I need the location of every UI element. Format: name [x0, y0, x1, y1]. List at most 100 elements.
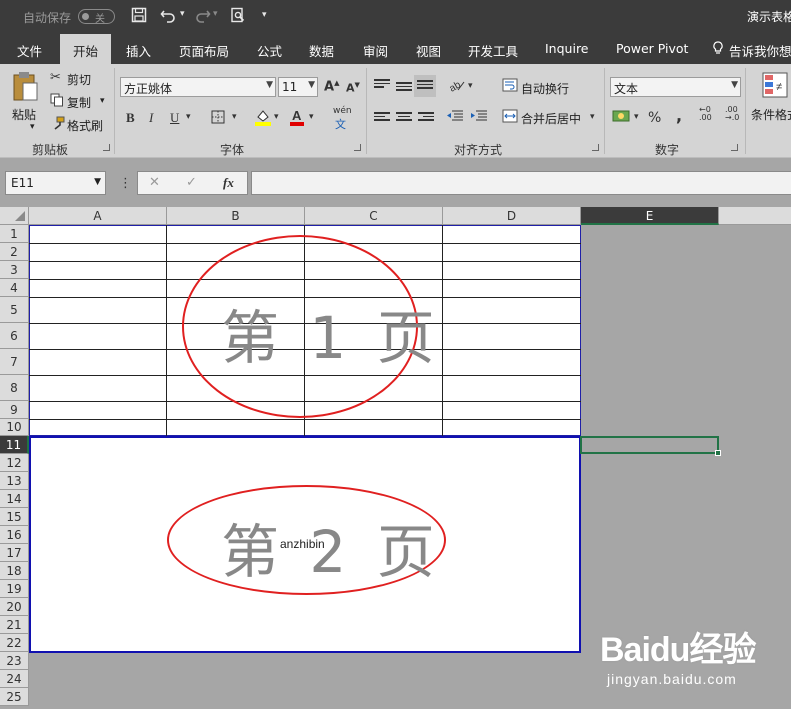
tab-review[interactable]: 审阅 — [363, 41, 388, 60]
row-header-6[interactable]: 6 — [0, 323, 29, 349]
name-box[interactable]: E11 ▼ — [5, 171, 106, 195]
font-launcher-icon[interactable] — [354, 144, 361, 151]
bold-button[interactable]: B — [126, 110, 135, 126]
row-header-9[interactable]: 9 — [0, 401, 29, 419]
italic-button[interactable]: I — [149, 110, 153, 126]
align-bottom-icon[interactable] — [414, 75, 436, 97]
increase-font-icon[interactable]: A▲ — [324, 79, 339, 94]
tab-formulas[interactable]: 公式 — [257, 41, 282, 60]
customize-qat-icon[interactable]: ▾ — [262, 10, 267, 20]
save-icon[interactable] — [131, 7, 147, 27]
column-header-c[interactable]: C — [305, 207, 443, 225]
merge-center-button[interactable]: 合并后居中 — [521, 110, 581, 127]
number-launcher-icon[interactable] — [731, 144, 738, 151]
tab-file[interactable]: 文件 — [17, 41, 42, 60]
increase-indent-icon[interactable] — [470, 109, 488, 127]
row-header-8[interactable]: 8 — [0, 375, 29, 401]
row-header-1[interactable]: 1 — [0, 225, 29, 243]
fill-color-icon[interactable] — [254, 108, 272, 130]
copy-icon[interactable] — [50, 93, 64, 111]
row-header-12[interactable]: 12 — [0, 454, 29, 472]
row-header-11[interactable]: 11 — [0, 436, 29, 454]
phonetic-guide-icon[interactable]: wén — [333, 106, 352, 116]
selected-cell-e11[interactable] — [580, 436, 721, 456]
insert-function-icon[interactable]: fx — [223, 175, 234, 191]
tab-power-pivot[interactable]: Power Pivot — [616, 41, 688, 56]
row-header-22[interactable]: 22 — [0, 634, 29, 652]
row-header-13[interactable]: 13 — [0, 472, 29, 490]
format-painter-button[interactable]: 格式刷 — [67, 117, 103, 134]
orientation-icon[interactable]: ab — [448, 78, 466, 96]
alignment-launcher-icon[interactable] — [592, 144, 599, 151]
column-header-e[interactable]: E — [581, 207, 719, 225]
accounting-dropdown-icon[interactable]: ▾ — [634, 112, 639, 122]
paste-dropdown-icon[interactable]: ▾ — [30, 122, 35, 132]
row-header-3[interactable]: 3 — [0, 261, 29, 279]
align-right-icon[interactable] — [418, 112, 434, 124]
tab-data[interactable]: 数据 — [309, 41, 334, 60]
merge-center-icon[interactable] — [502, 109, 518, 127]
align-center-icon[interactable] — [396, 112, 412, 124]
row-header-18[interactable]: 18 — [0, 562, 29, 580]
increase-decimal-icon[interactable]: ←0.00 — [699, 106, 712, 122]
fill-color-dropdown-icon[interactable]: ▾ — [274, 112, 279, 122]
tab-page-layout[interactable]: 页面布局 — [179, 41, 229, 60]
row-header-23[interactable]: 23 — [0, 652, 29, 670]
font-name-combo[interactable]: 方正姚体 ▼ — [120, 77, 276, 97]
align-middle-icon[interactable] — [396, 82, 412, 94]
column-header-f[interactable]: F — [719, 207, 791, 225]
underline-dropdown-icon[interactable]: ▾ — [186, 112, 191, 122]
percent-style-button[interactable]: % — [648, 110, 661, 126]
conditional-format-button[interactable]: 条件格式 — [751, 106, 791, 123]
tab-home[interactable]: 开始 — [60, 34, 112, 64]
tab-developer[interactable]: 开发工具 — [468, 41, 518, 60]
borders-icon[interactable] — [211, 110, 225, 128]
column-header-a[interactable]: A — [29, 207, 167, 225]
row-header-10[interactable]: 10 — [0, 419, 29, 436]
confirm-entry-icon[interactable]: ✓ — [186, 175, 197, 190]
row-header-15[interactable]: 15 — [0, 508, 29, 526]
cancel-entry-icon[interactable]: ✕ — [149, 175, 160, 190]
row-header-25[interactable]: 25 — [0, 688, 29, 706]
column-header-b[interactable]: B — [167, 207, 305, 225]
undo-dropdown-icon[interactable]: ▾ — [180, 9, 185, 19]
more-options-icon[interactable]: ⋮ — [119, 176, 132, 191]
row-header-16[interactable]: 16 — [0, 526, 29, 544]
copy-button[interactable]: 复制 — [67, 94, 91, 111]
orientation-dropdown-icon[interactable]: ▾ — [468, 81, 473, 91]
column-header-d[interactable]: D — [443, 207, 581, 225]
merge-dropdown-icon[interactable]: ▾ — [590, 112, 595, 122]
formula-input[interactable] — [251, 171, 791, 195]
row-header-21[interactable]: 21 — [0, 616, 29, 634]
cut-button[interactable]: 剪切 — [67, 71, 91, 88]
autosave-toggle[interactable]: 关 — [78, 9, 115, 25]
accounting-format-icon[interactable] — [612, 108, 632, 128]
wrap-text-button[interactable]: 自动换行 — [521, 80, 569, 97]
row-header-17[interactable]: 17 — [0, 544, 29, 562]
tell-me-search[interactable]: 告诉我你想 — [729, 41, 791, 60]
font-color-dropdown-icon[interactable]: ▾ — [309, 112, 314, 122]
row-header-2[interactable]: 2 — [0, 243, 29, 261]
row-header-4[interactable]: 4 — [0, 279, 29, 297]
row-header-24[interactable]: 24 — [0, 670, 29, 688]
decrease-font-icon[interactable]: A▼ — [346, 81, 360, 95]
tab-insert[interactable]: 插入 — [126, 41, 151, 60]
row-header-5[interactable]: 5 — [0, 297, 29, 323]
select-all-button[interactable] — [0, 207, 29, 225]
undo-icon[interactable] — [160, 7, 176, 27]
borders-dropdown-icon[interactable]: ▾ — [232, 112, 237, 122]
print-preview-icon[interactable] — [230, 7, 246, 27]
row-header-14[interactable]: 14 — [0, 490, 29, 508]
cut-icon[interactable]: ✂ — [50, 70, 61, 85]
row-header-7[interactable]: 7 — [0, 349, 29, 375]
redo-dropdown-icon[interactable]: ▾ — [213, 9, 218, 19]
wrap-text-icon[interactable] — [502, 78, 518, 96]
conditional-format-icon[interactable]: ≠ — [762, 72, 788, 102]
tab-inquire[interactable]: Inquire — [545, 41, 589, 56]
font-color-icon[interactable]: A — [289, 108, 305, 130]
comma-style-button[interactable]: , — [676, 106, 682, 125]
paste-button[interactable]: 粘贴 — [12, 106, 36, 123]
redo-icon[interactable] — [195, 7, 211, 27]
format-painter-icon[interactable] — [51, 116, 65, 134]
decrease-decimal-icon[interactable]: .00 →.0 — [725, 106, 739, 122]
